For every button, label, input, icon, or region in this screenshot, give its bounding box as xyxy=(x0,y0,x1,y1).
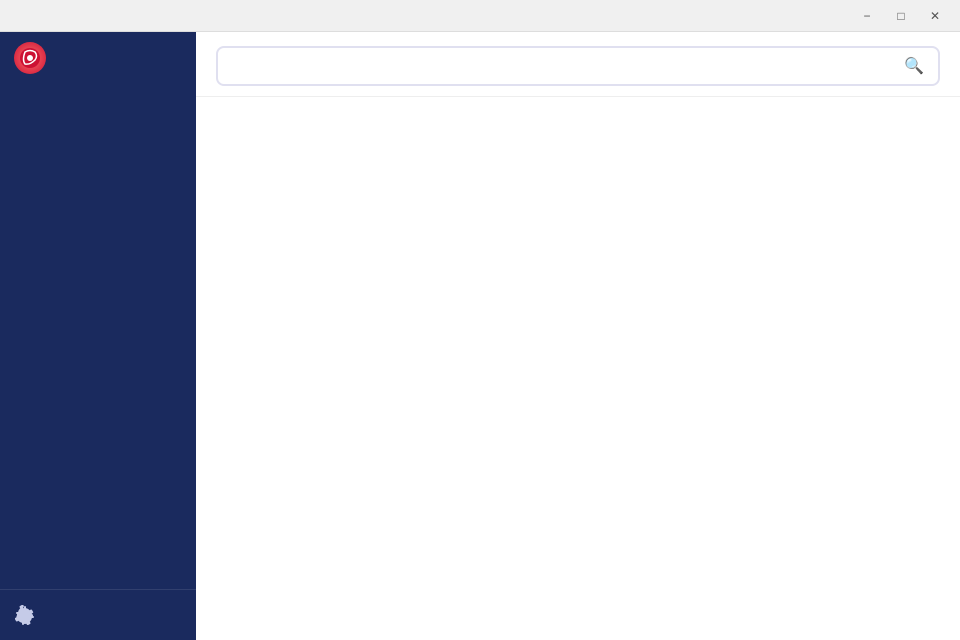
close-button[interactable]: ✕ xyxy=(922,6,948,26)
app-body: 🔍 xyxy=(0,32,960,640)
maximize-button[interactable]: □ xyxy=(888,6,914,26)
search-input[interactable] xyxy=(232,58,896,75)
title-bar-controls: − □ ✕ xyxy=(854,6,948,26)
main-content: 🔍 xyxy=(196,32,960,640)
tools-grid-container xyxy=(196,97,960,640)
main-header: 🔍 xyxy=(196,32,960,97)
sidebar xyxy=(0,32,196,640)
search-icon: 🔍 xyxy=(904,56,924,76)
app-logo-icon xyxy=(14,42,46,74)
app-window: − □ ✕ xyxy=(0,0,960,640)
sidebar-logo xyxy=(0,32,196,84)
search-bar: 🔍 xyxy=(216,46,940,86)
title-bar: − □ ✕ xyxy=(0,0,960,32)
settings-icon xyxy=(14,604,36,626)
settings-item[interactable] xyxy=(0,589,196,640)
minimize-button[interactable]: − xyxy=(854,6,880,26)
